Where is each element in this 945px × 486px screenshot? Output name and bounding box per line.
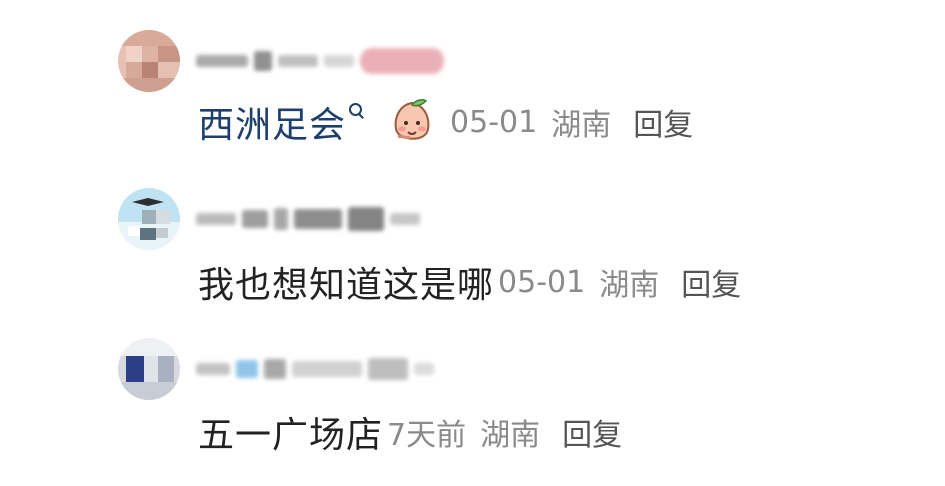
user-avatar[interactable] <box>118 188 180 250</box>
comment-text: 五一广场店 <box>198 415 384 456</box>
username-blurred[interactable] <box>196 44 450 78</box>
avatar-sky-image <box>118 188 180 250</box>
user-avatar[interactable] <box>118 338 180 400</box>
comment-time: 05-01 <box>498 264 586 300</box>
search-icon[interactable] <box>348 102 366 124</box>
comment-time: 7天前 <box>387 418 467 453</box>
peach-emoji-icon <box>388 97 436 147</box>
reply-button[interactable]: 回复 <box>681 260 741 304</box>
comment-location: 湖南 <box>551 108 612 143</box>
username-blurred[interactable] <box>196 352 440 386</box>
comment-time: 05-01 <box>450 104 538 140</box>
comment-location: 湖南 <box>599 268 660 303</box>
comment-text: 我也想知道这是哪 <box>198 265 495 306</box>
hashtag-link[interactable]: 西洲足会 <box>198 96 346 148</box>
reply-button[interactable]: 回复 <box>633 100 693 144</box>
comment-location: 湖南 <box>480 418 541 453</box>
username-blurred[interactable] <box>196 202 426 236</box>
avatar-face-image <box>118 30 180 92</box>
comment-list: 西洲足会 05-01 湖南 回复 我也想知道这是哪 05-01 湖南 回复 五一… <box>0 0 945 486</box>
user-avatar[interactable] <box>118 30 180 92</box>
avatar-blue-image <box>118 338 180 400</box>
reply-button[interactable]: 回复 <box>562 410 622 454</box>
